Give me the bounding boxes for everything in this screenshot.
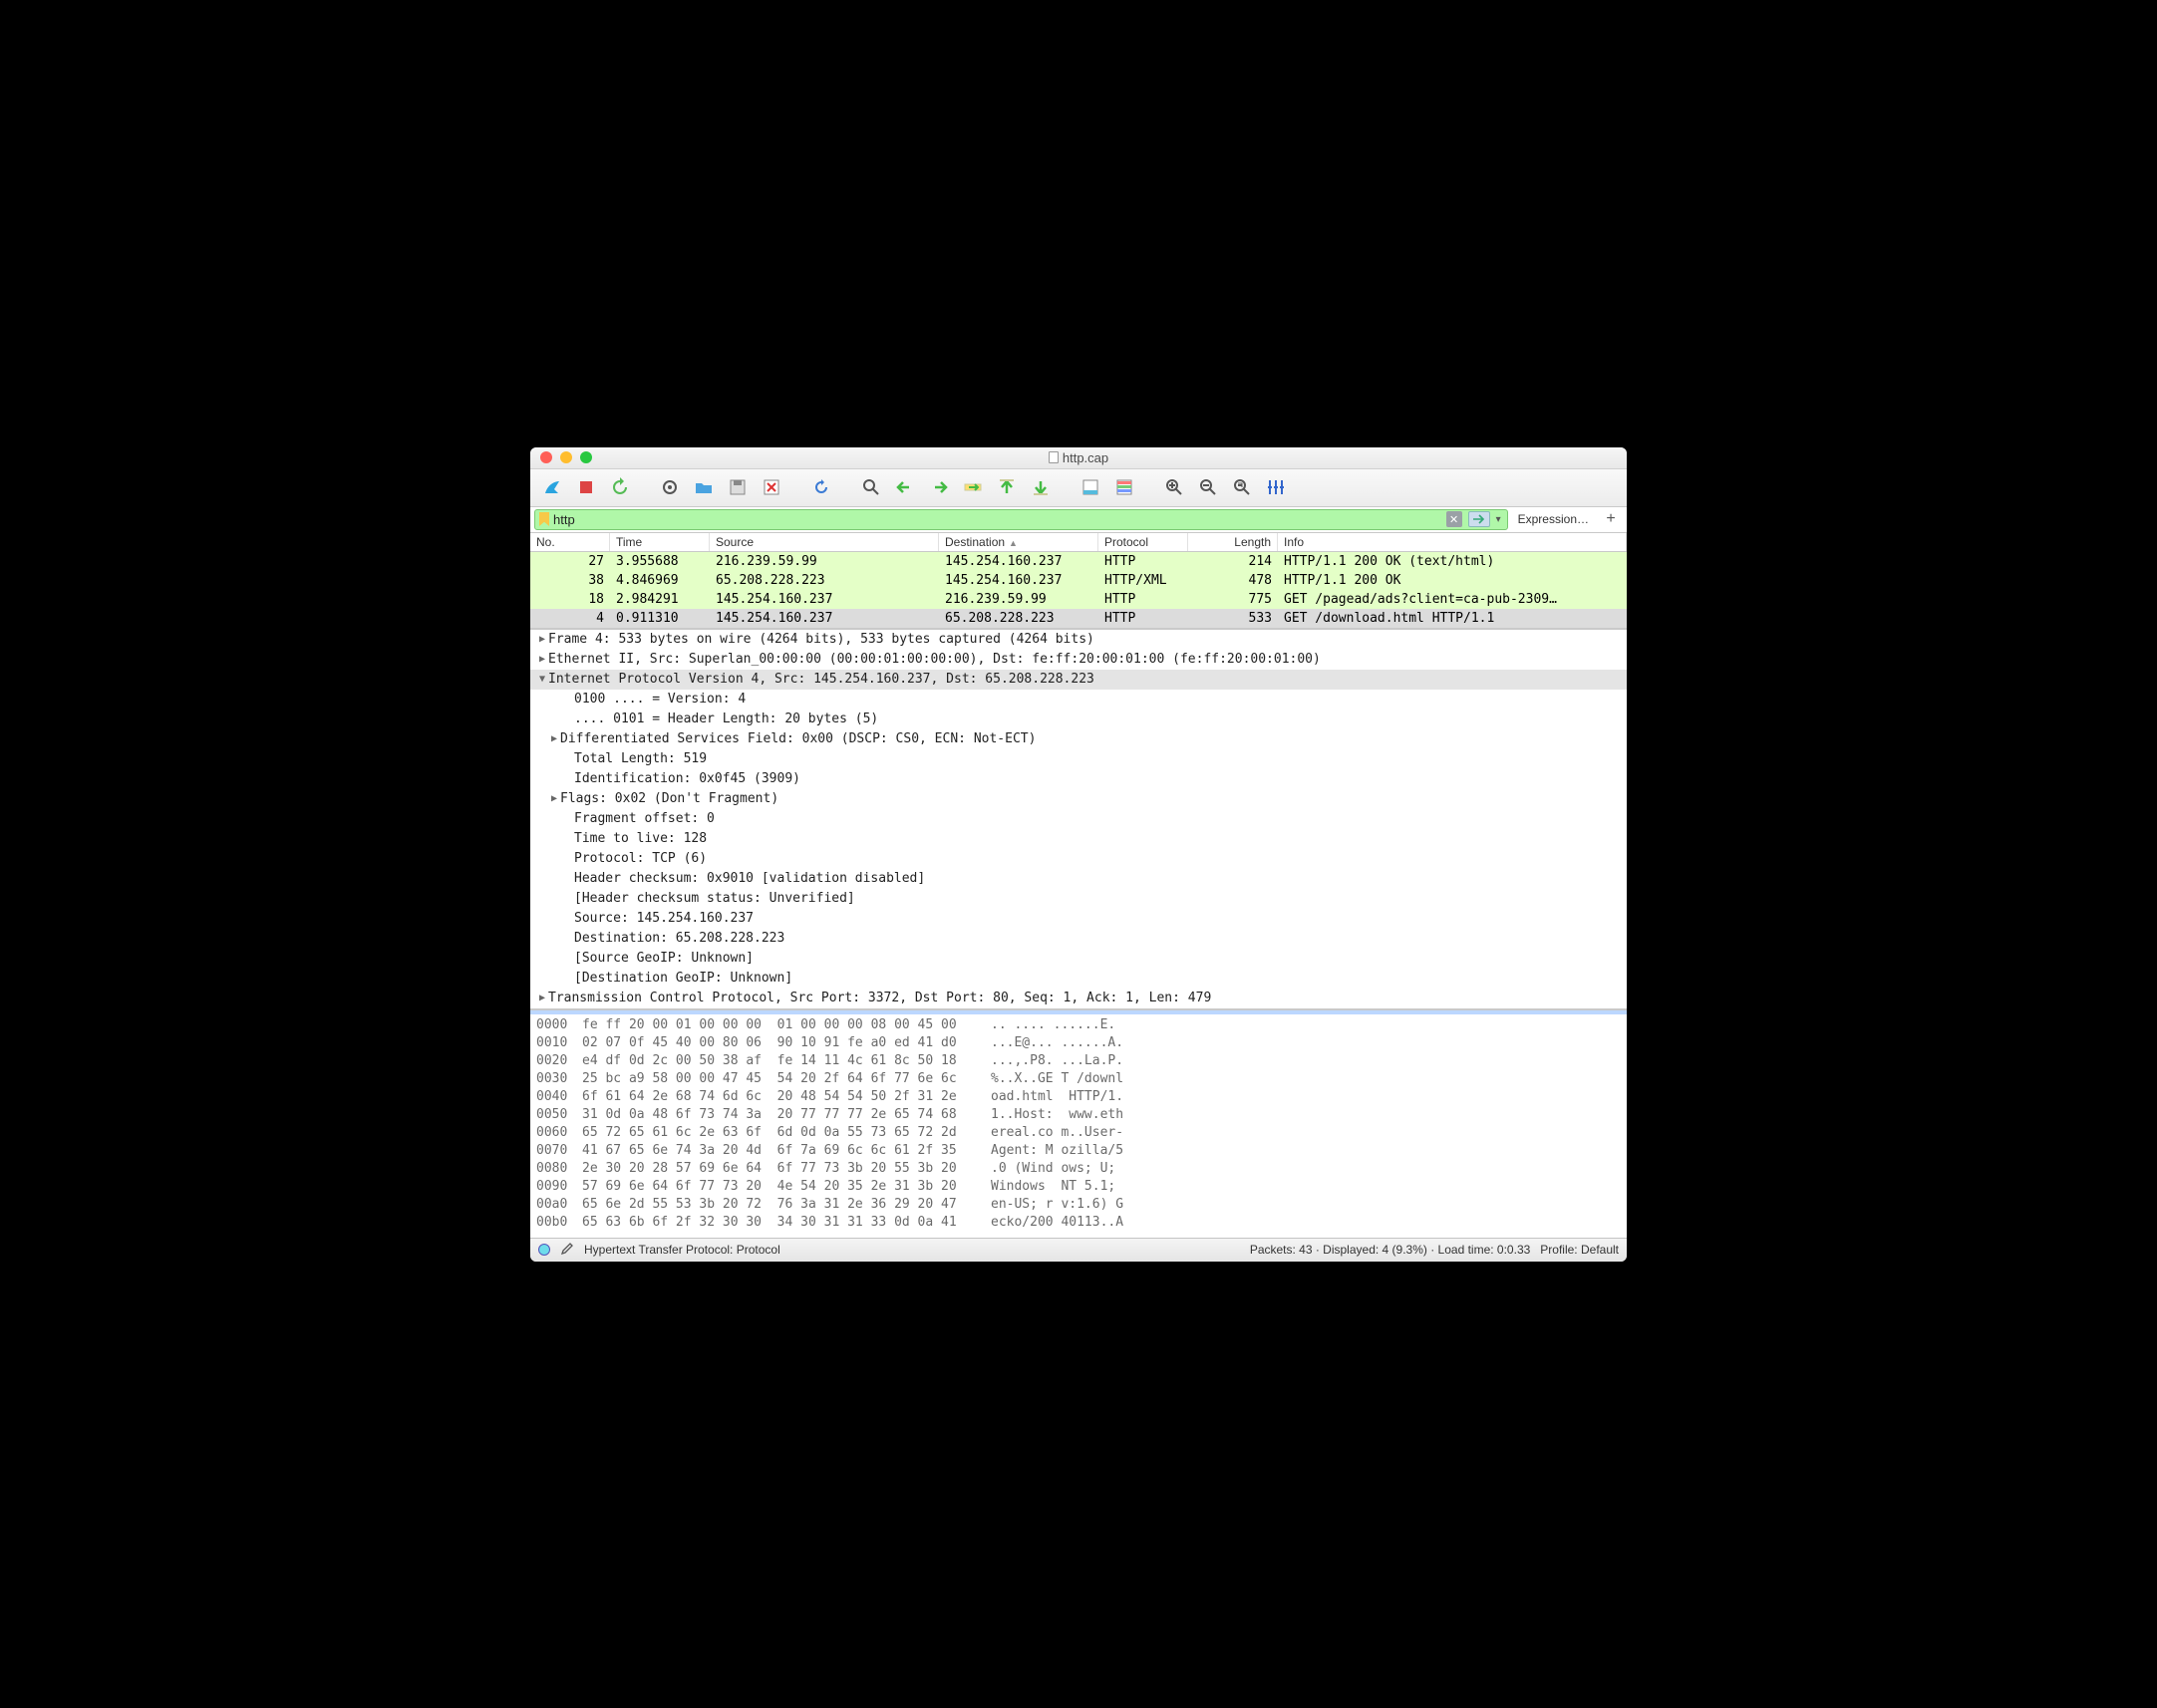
tree-item[interactable]: [Header checksum status: Unverified] — [530, 889, 1627, 909]
tree-item[interactable]: Fragment offset: 0 — [530, 809, 1627, 829]
resize-cols-icon[interactable] — [1262, 474, 1290, 500]
tree-item[interactable]: .... 0101 = Header Length: 20 bytes (5) — [530, 710, 1627, 729]
tree-item[interactable]: Protocol: TCP (6) — [530, 849, 1627, 869]
column-header-source[interactable]: Source — [710, 533, 939, 551]
disclosure-icon[interactable]: ▼ — [536, 670, 548, 690]
disclosure-icon[interactable]: ▶ — [536, 630, 548, 650]
packet-row[interactable]: 384.84696965.208.228.223145.254.160.237H… — [530, 571, 1627, 590]
open-icon[interactable] — [690, 474, 718, 500]
clear-filter-icon[interactable]: ✕ — [1446, 511, 1462, 527]
column-header-length[interactable]: Length — [1188, 533, 1278, 551]
zoom-reset-icon[interactable] — [1228, 474, 1256, 500]
close-file-icon[interactable] — [758, 474, 785, 500]
autoscroll-icon[interactable] — [1077, 474, 1104, 500]
save-icon[interactable] — [724, 474, 752, 500]
hex-line[interactable]: 00406f 61 64 2e 68 74 6d 6c 20 48 54 54 … — [536, 1088, 1621, 1106]
hex-line[interactable]: 007041 67 65 6e 74 3a 20 4d 6f 7a 69 6c … — [536, 1142, 1621, 1160]
hex-line[interactable]: 00802e 30 20 28 57 69 6e 64 6f 77 73 3b … — [536, 1160, 1621, 1178]
column-header-protocol[interactable]: Protocol — [1098, 533, 1188, 551]
hex-line[interactable]: 006065 72 65 61 6c 2e 63 6f 6d 0d 0a 55 … — [536, 1124, 1621, 1142]
expert-info-icon[interactable] — [538, 1244, 550, 1256]
packet-bytes-hex[interactable]: 0000fe ff 20 00 01 00 00 00 01 00 00 00 … — [530, 1014, 1627, 1238]
disclosure-icon[interactable]: ▶ — [536, 650, 548, 670]
disclosure-icon[interactable]: ▶ — [548, 789, 560, 809]
tree-item[interactable]: ▶Ethernet II, Src: Superlan_00:00:00 (00… — [530, 650, 1627, 670]
hex-line[interactable]: 001002 07 0f 45 40 00 80 06 90 10 91 fe … — [536, 1034, 1621, 1052]
tree-item[interactable]: 0100 .... = Version: 4 — [530, 690, 1627, 710]
shark-fin-icon[interactable] — [538, 474, 566, 500]
tree-item[interactable]: Total Length: 519 — [530, 749, 1627, 769]
close-icon[interactable] — [540, 451, 552, 463]
stop-icon[interactable] — [572, 474, 600, 500]
tree-item[interactable]: ▶Frame 4: 533 bytes on wire (4264 bits),… — [530, 630, 1627, 650]
sort-asc-icon: ▲ — [1009, 538, 1018, 548]
column-header-info[interactable]: Info — [1278, 533, 1627, 551]
packet-list-header: No. Time Source Destination▲ Protocol Le… — [530, 533, 1627, 552]
tree-item[interactable]: [Source GeoIP: Unknown] — [530, 949, 1627, 969]
dropdown-icon[interactable]: ▾ — [1494, 514, 1503, 525]
display-filter-input-wrap[interactable]: ✕ ▾ — [534, 509, 1508, 530]
first-icon[interactable] — [993, 474, 1021, 500]
main-toolbar — [530, 469, 1627, 507]
tree-item[interactable]: Source: 145.254.160.237 — [530, 909, 1627, 929]
status-left-text: Hypertext Transfer Protocol: Protocol — [584, 1243, 780, 1257]
zoom-out-icon[interactable] — [1194, 474, 1222, 500]
tree-item[interactable]: Time to live: 128 — [530, 829, 1627, 849]
tree-item[interactable]: Destination: 65.208.228.223 — [530, 929, 1627, 949]
apply-filter-icon[interactable] — [1468, 511, 1490, 527]
edit-icon[interactable] — [560, 1242, 574, 1259]
column-header-no[interactable]: No. — [530, 533, 610, 551]
display-filter-bar: ✕ ▾ Expression… + — [530, 507, 1627, 533]
titlebar: http.cap — [530, 447, 1627, 469]
tree-item[interactable]: ▼Internet Protocol Version 4, Src: 145.2… — [530, 670, 1627, 690]
tree-item[interactable]: [Destination GeoIP: Unknown] — [530, 969, 1627, 989]
column-header-destination[interactable]: Destination▲ — [939, 533, 1098, 551]
tree-item[interactable]: Identification: 0x0f45 (3909) — [530, 769, 1627, 789]
document-icon — [1049, 451, 1059, 463]
next-icon[interactable] — [925, 474, 953, 500]
packet-row[interactable]: 40.911310145.254.160.23765.208.228.223HT… — [530, 609, 1627, 628]
packet-row[interactable]: 182.984291145.254.160.237216.239.59.99HT… — [530, 590, 1627, 609]
hex-line[interactable]: 00a065 6e 2d 55 53 3b 20 72 76 3a 31 2e … — [536, 1196, 1621, 1214]
window-title: http.cap — [1063, 450, 1108, 465]
hex-line[interactable]: 005031 0d 0a 48 6f 73 74 3a 20 77 77 77 … — [536, 1106, 1621, 1124]
packet-list[interactable]: 273.955688216.239.59.99145.254.160.237HT… — [530, 552, 1627, 630]
minimize-icon[interactable] — [560, 451, 572, 463]
status-mid-text: Packets: 43 · Displayed: 4 (9.3%) · Load… — [1250, 1243, 1530, 1257]
options-icon[interactable] — [656, 474, 684, 500]
wireshark-window: http.cap ✕ ▾ Expression… + No. Time Sour… — [530, 447, 1627, 1262]
hex-line[interactable]: 0000fe ff 20 00 01 00 00 00 01 00 00 00 … — [536, 1016, 1621, 1034]
disclosure-icon[interactable]: ▶ — [536, 989, 548, 1008]
display-filter-input[interactable] — [553, 512, 1442, 527]
fullscreen-icon[interactable] — [580, 451, 592, 463]
hex-line[interactable]: 00b065 63 6b 6f 2f 32 30 30 34 30 31 31 … — [536, 1214, 1621, 1232]
add-filter-button[interactable]: + — [1599, 509, 1623, 530]
last-icon[interactable] — [1027, 474, 1055, 500]
packet-row[interactable]: 273.955688216.239.59.99145.254.160.237HT… — [530, 552, 1627, 571]
zoom-in-icon[interactable] — [1160, 474, 1188, 500]
hex-line[interactable]: 0020e4 df 0d 2c 00 50 38 af fe 14 11 4c … — [536, 1052, 1621, 1070]
hex-line[interactable]: 009057 69 6e 64 6f 77 73 20 4e 54 20 35 … — [536, 1178, 1621, 1196]
status-profile-text[interactable]: Profile: Default — [1540, 1243, 1619, 1257]
reload-icon[interactable] — [807, 474, 835, 500]
column-header-time[interactable]: Time — [610, 533, 710, 551]
hex-line[interactable]: 003025 bc a9 58 00 00 47 45 54 20 2f 64 … — [536, 1070, 1621, 1088]
goto-icon[interactable] — [959, 474, 987, 500]
colorize-icon[interactable] — [1110, 474, 1138, 500]
find-icon[interactable] — [857, 474, 885, 500]
bookmark-icon[interactable] — [539, 512, 549, 526]
tree-item[interactable]: ▶Flags: 0x02 (Don't Fragment) — [530, 789, 1627, 809]
prev-icon[interactable] — [891, 474, 919, 500]
tree-item[interactable]: Header checksum: 0x9010 [validation disa… — [530, 869, 1627, 889]
expression-button[interactable]: Expression… — [1508, 509, 1599, 530]
tree-item[interactable]: ▶Differentiated Services Field: 0x00 (DS… — [530, 729, 1627, 749]
status-bar: Hypertext Transfer Protocol: Protocol Pa… — [530, 1238, 1627, 1262]
disclosure-icon[interactable]: ▶ — [548, 729, 560, 749]
restart-icon[interactable] — [606, 474, 634, 500]
tree-item[interactable]: ▶Transmission Control Protocol, Src Port… — [530, 989, 1627, 1008]
packet-details-tree[interactable]: ▶Frame 4: 533 bytes on wire (4264 bits),… — [530, 630, 1627, 1010]
